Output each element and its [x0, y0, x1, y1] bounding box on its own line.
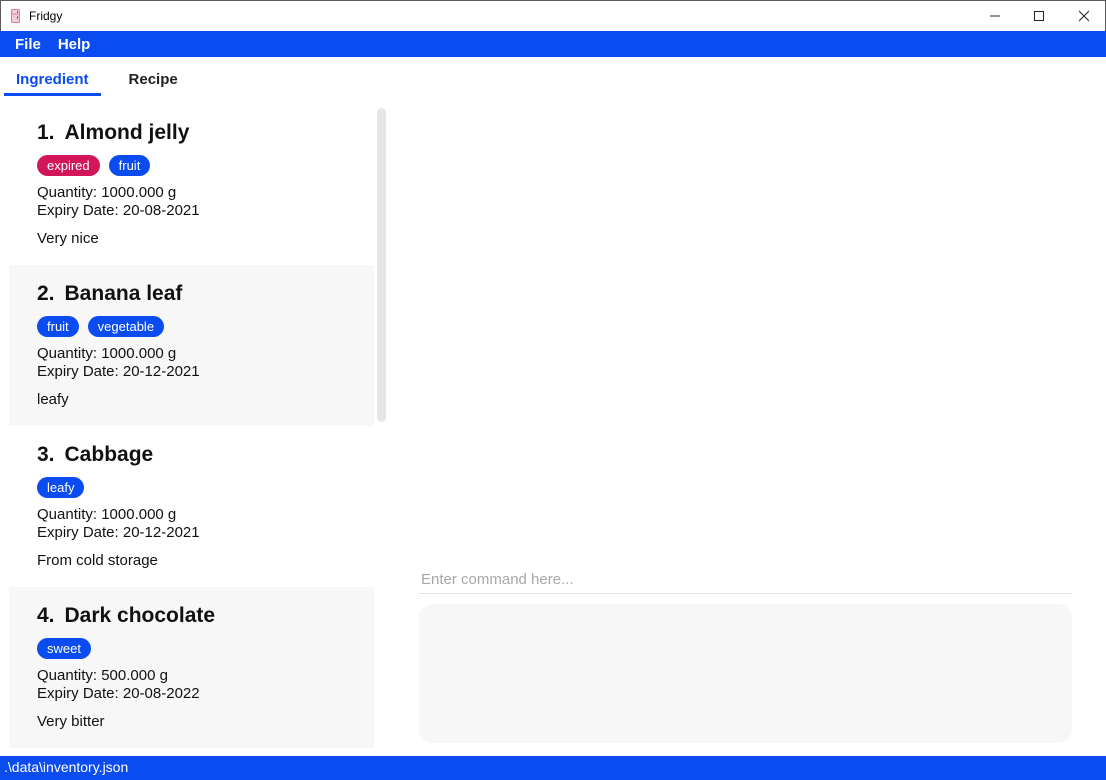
ingredient-description: From cold storage [37, 552, 158, 569]
title-bar: Fridgy [0, 0, 1106, 31]
ingredient-index: 3. [37, 443, 55, 466]
ingredient-expiry: Expiry Date: 20-08-2021 [37, 202, 200, 219]
ingredient-title: 4. Dark chocolate [37, 604, 374, 630]
tag-list: fruit vegetable [37, 316, 374, 337]
ingredient-title: 1. Almond jelly [37, 121, 374, 147]
ingredient-quantity: Quantity: 500.000 g [37, 667, 168, 684]
maximize-button[interactable] [1016, 1, 1062, 31]
tag-badge: leafy [37, 477, 85, 498]
ingredient-name: Cabbage [64, 443, 154, 466]
list-scrollbar[interactable] [377, 108, 386, 422]
menu-help[interactable]: Help [58, 36, 91, 53]
ingredient-name: Dark chocolate [64, 604, 216, 627]
ingredient-expiry: Expiry Date: 20-12-2021 [37, 363, 200, 380]
ingredient-expiry: Expiry Date: 20-12-2021 [37, 524, 200, 541]
minimize-button[interactable] [972, 1, 1018, 31]
tab-ingredient[interactable]: Ingredient [4, 66, 101, 96]
fridge-icon [11, 9, 20, 23]
ingredient-name: Banana leaf [64, 282, 183, 305]
menu-bar: File Help [0, 31, 1106, 57]
ingredient-list[interactable]: 1. Almond jelly expired fruit Quantity: … [9, 104, 374, 749]
tag-badge: fruit [108, 155, 151, 176]
minimize-icon [990, 15, 1000, 17]
window-title: Fridgy [29, 9, 63, 23]
ingredient-index: 4. [37, 604, 55, 627]
tag-badge: expired [37, 155, 100, 176]
ingredient-description: Very nice [37, 230, 99, 247]
data-file-path: .\data\inventory.json [4, 759, 129, 775]
tag-badge: fruit [37, 316, 79, 337]
tag-badge: vegetable [87, 316, 165, 337]
ingredient-expiry: Expiry Date: 20-08-2022 [37, 685, 200, 702]
ingredient-index: 2. [37, 282, 55, 305]
menu-file[interactable]: File [15, 36, 41, 53]
tag-badge: sweet [37, 638, 91, 659]
command-input[interactable] [419, 566, 1072, 594]
ingredient-description: Very bitter [37, 713, 105, 730]
ingredient-title: 2. Banana leaf [37, 282, 374, 308]
status-bar: .\data\inventory.json [0, 756, 1106, 780]
ingredient-quantity: Quantity: 1000.000 g [37, 506, 177, 523]
list-item[interactable]: 4. Dark chocolate sweet Quantity: 500.00… [9, 587, 374, 748]
ingredient-title: 3. Cabbage [37, 443, 374, 469]
maximize-icon [1034, 11, 1044, 21]
result-display [419, 604, 1072, 743]
ingredient-name: Almond jelly [64, 121, 190, 144]
ingredient-description: leafy [37, 391, 69, 408]
list-item[interactable]: 1. Almond jelly expired fruit Quantity: … [9, 104, 374, 265]
tag-list: expired fruit [37, 155, 374, 176]
list-item[interactable]: 2. Banana leaf fruit vegetable Quantity:… [9, 265, 374, 426]
list-item[interactable]: 3. Cabbage leafy Quantity: 1000.000 g Ex… [9, 426, 374, 587]
tag-list: sweet [37, 638, 374, 659]
tab-bar: Ingredient Recipe [4, 66, 190, 96]
tag-list: leafy [37, 477, 374, 498]
close-icon [1078, 10, 1090, 22]
tab-recipe[interactable]: Recipe [117, 66, 190, 96]
ingredient-quantity: Quantity: 1000.000 g [37, 184, 177, 201]
ingredient-index: 1. [37, 121, 55, 144]
ingredient-quantity: Quantity: 1000.000 g [37, 345, 177, 362]
close-button[interactable] [1061, 1, 1106, 31]
